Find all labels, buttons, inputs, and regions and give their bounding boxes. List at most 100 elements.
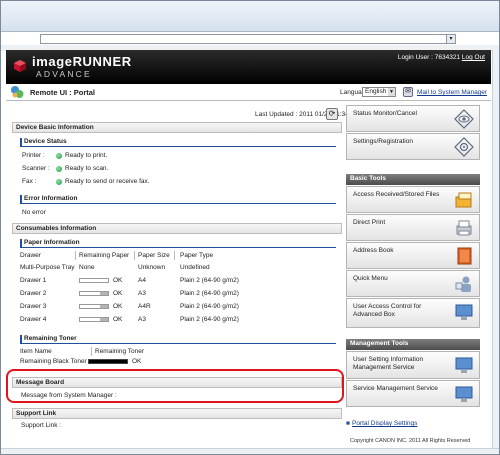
device-basic-header: Device Basic Information — [12, 122, 342, 133]
chevron-down-icon: ▼ — [388, 88, 395, 96]
brand-subtitle: ADVANCE — [36, 69, 92, 79]
last-updated: Last Updated : 2011 01/27 11:34:08 — [255, 111, 358, 118]
remaining-paper: OK — [113, 316, 123, 323]
copyright: Copyright CANON INC. 2011 All Rights Res… — [350, 438, 471, 444]
printer-label: Printer : — [22, 152, 45, 159]
toner-level-bar — [88, 359, 128, 364]
login-user: Login User : 7634321 — [397, 54, 461, 61]
mail-icon[interactable]: ✉ — [403, 87, 413, 97]
remaining-toner-title: Remaining Toner — [24, 335, 77, 342]
error-value: No error — [22, 209, 46, 216]
brand-cube-icon — [14, 60, 26, 72]
monitor-icon — [455, 304, 473, 320]
paper-size: A4 — [138, 277, 146, 284]
paper-info-title: Paper Information — [24, 239, 80, 246]
app-header: imageRUNNER ADVANCE Login User : 7634321… — [6, 50, 491, 84]
toner-name: Remaining Black Toner : — [20, 358, 91, 365]
horizontal-scrollbar[interactable] — [1, 448, 499, 454]
device-status-title: Device Status — [24, 138, 67, 145]
service-management-button[interactable]: Service Management Service — [346, 380, 480, 407]
col-divider — [91, 347, 92, 356]
portal-icon — [11, 86, 24, 98]
login-info: Login User : 7634321 Log Out — [398, 54, 485, 61]
quick-menu-icon — [455, 276, 471, 292]
status-monitor-label: Status Monitor/Cancel — [353, 110, 417, 117]
message-board-highlight — [6, 369, 344, 403]
remaining-toner-header: Remaining Toner — [20, 335, 336, 344]
user-access-control-button[interactable]: User Access Control for Advanced Box — [346, 298, 480, 328]
drawer-name: Drawer 4 — [20, 316, 47, 323]
address-dropdown-icon[interactable]: ▾ — [446, 34, 456, 44]
user-setting-service-label: User Setting Information Management Serv… — [353, 356, 424, 371]
direct-print-button[interactable]: Direct Print — [346, 214, 480, 241]
paper-type: Plain 2 (64-90 g/m2) — [180, 290, 239, 297]
paper-level-bar — [79, 317, 109, 322]
user-setting-service-button[interactable]: User Setting Information Management Serv… — [346, 351, 480, 379]
paper-size: A4R — [138, 303, 151, 310]
col-item-name: Item Name — [20, 348, 52, 355]
ready-dot-icon — [56, 179, 62, 185]
drawer-name: Drawer 1 — [20, 277, 47, 284]
service-management-label: Service Management Service — [353, 385, 438, 392]
paper-level-bar — [79, 278, 109, 283]
user-access-control-label: User Access Control for Advanced Box — [353, 303, 422, 318]
language-select[interactable]: English ▼ — [362, 87, 396, 97]
ready-dot-icon — [56, 153, 62, 159]
paper-level-fill — [100, 292, 108, 295]
toner-status: OK — [132, 358, 142, 365]
paper-type: Undefined — [180, 264, 210, 271]
gear-icon — [454, 137, 474, 157]
basic-tools-header: Basic Tools — [346, 174, 480, 185]
paper-size: Unknown — [138, 264, 166, 271]
settings-label: Settings/Registration — [353, 138, 413, 145]
access-files-button[interactable]: Access Received/Stored Files — [346, 186, 480, 213]
col-remaining-toner: Remaining Toner — [95, 348, 145, 355]
col-type: Paper Type — [180, 252, 214, 259]
remaining-paper: OK — [113, 277, 123, 284]
link-bullet-icon: ■ — [346, 420, 350, 427]
col-divider — [75, 251, 76, 260]
error-info-title: Error Information — [24, 195, 78, 202]
paper-level-bar — [79, 304, 109, 309]
drawer-name: Drawer 3 — [20, 303, 47, 310]
col-size: Paper Size — [138, 252, 170, 259]
status-monitor-button[interactable]: Status Monitor/Cancel — [346, 105, 480, 132]
paper-type: Plain 2 (64-90 g/m2) — [180, 277, 239, 284]
vertical-scrollbar[interactable] — [492, 50, 499, 450]
paper-level-bar — [79, 291, 109, 296]
portal-display-settings-link[interactable]: Portal Display Settings — [352, 420, 417, 427]
ready-dot-icon — [56, 166, 62, 172]
paper-info-header: Paper Information — [20, 239, 336, 248]
paper-size: A3 — [138, 290, 146, 297]
logout-link[interactable]: Log Out — [462, 54, 485, 61]
col-divider — [174, 251, 175, 260]
page-title: Remote UI : Portal — [30, 88, 96, 97]
paper-type: Plain 2 (64-90 g/m2) — [180, 303, 239, 310]
support-link-header: Support Link — [12, 408, 342, 419]
mail-system-manager-link[interactable]: Mail to System Manager — [417, 89, 487, 96]
remaining-paper: OK — [113, 290, 123, 297]
paper-level-fill — [100, 318, 108, 321]
quick-menu-label: Quick Menu — [353, 275, 388, 282]
printer-status: Ready to print. — [65, 152, 108, 159]
remaining-paper: None — [79, 264, 95, 271]
refresh-icon[interactable]: ⟳ — [326, 108, 338, 120]
support-link-label: Support Link : — [21, 422, 62, 429]
address-bar[interactable] — [40, 34, 456, 44]
settings-button[interactable]: Settings/Registration — [346, 133, 480, 160]
monitor-icon — [455, 386, 473, 402]
quick-menu-button[interactable]: Quick Menu — [346, 270, 480, 297]
address-book-label: Address Book — [353, 247, 394, 254]
direct-print-label: Direct Print — [353, 219, 386, 226]
col-divider — [134, 251, 135, 260]
monitor-icon — [455, 357, 473, 373]
folder-icon — [455, 192, 472, 208]
drawer-name: Multi-Purpose Tray — [20, 264, 75, 271]
paper-type: Plain 2 (64-90 g/m2) — [180, 316, 239, 323]
access-files-label: Access Received/Stored Files — [353, 191, 440, 198]
col-drawer: Drawer — [20, 252, 41, 259]
fax-status: Ready to send or receive fax. — [65, 178, 150, 185]
browser-toolbar — [1, 1, 499, 32]
address-book-button[interactable]: Address Book — [346, 242, 480, 269]
scanner-label: Scanner : — [22, 165, 50, 172]
